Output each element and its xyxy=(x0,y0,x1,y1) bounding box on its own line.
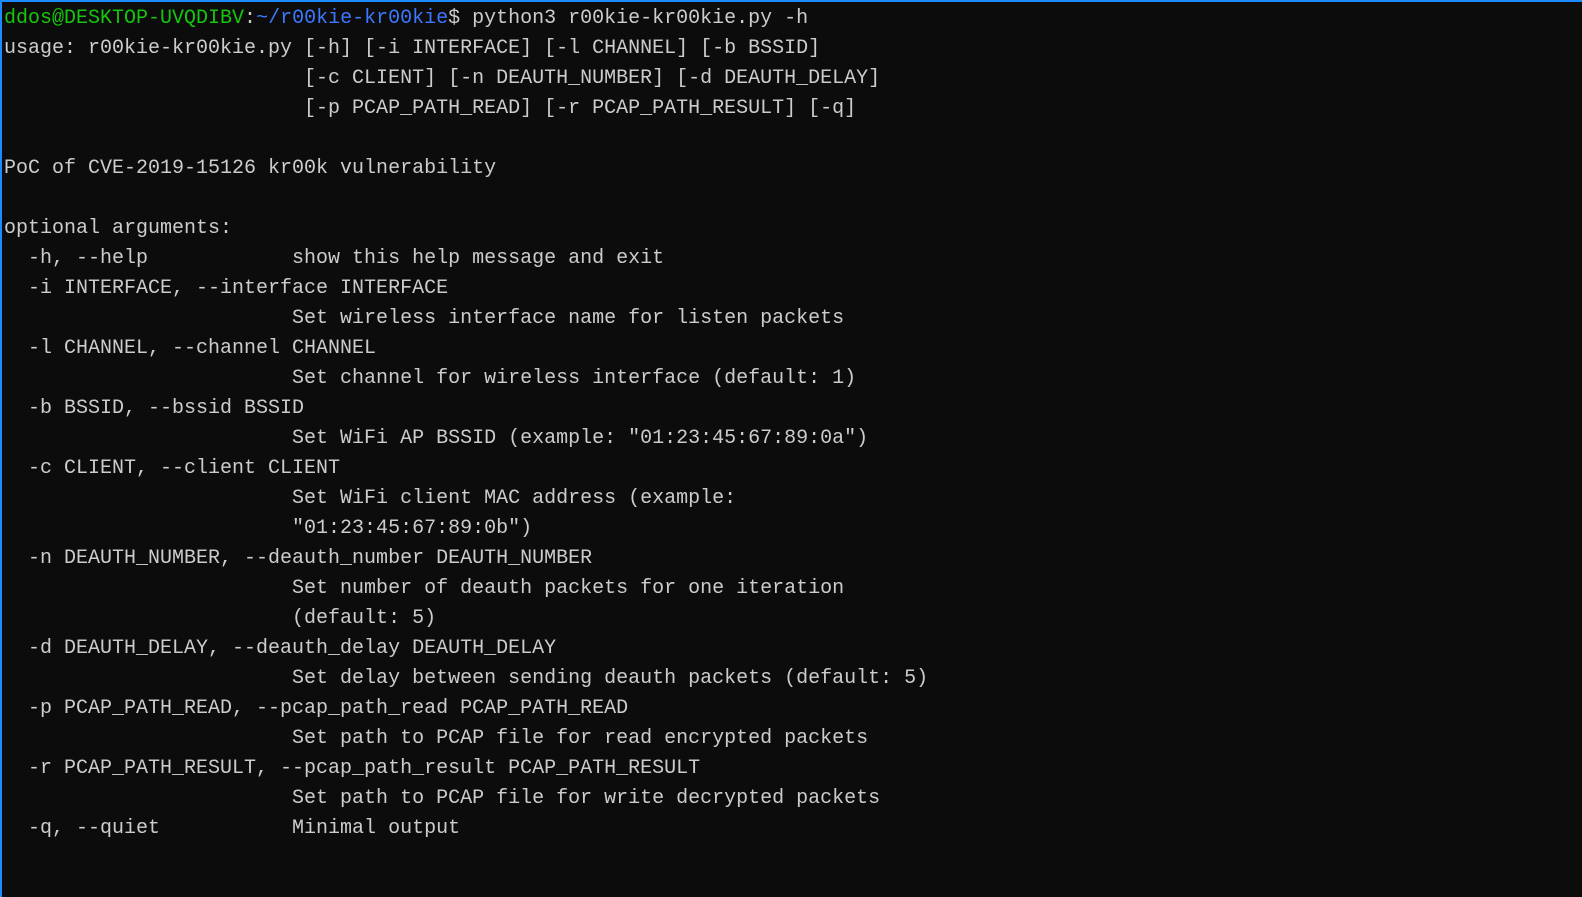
arg-pcap-read-1: -p PCAP_PATH_READ, --pcap_path_read PCAP… xyxy=(4,697,628,720)
arg-channel-1: -l CHANNEL, --channel CHANNEL xyxy=(4,337,376,360)
arg-deauth-delay-2: Set delay between sending deauth packets… xyxy=(4,667,928,690)
usage-line-2: [-c CLIENT] [-n DEAUTH_NUMBER] [-d DEAUT… xyxy=(4,67,880,90)
command-text: python3 r00kie-kr00kie.py -h xyxy=(472,7,808,30)
terminal-output[interactable]: ddos@DESKTOP-UVQDIBV:~/r00kie-kr00kie$ p… xyxy=(4,4,1582,844)
arg-client-2: Set WiFi client MAC address (example: xyxy=(4,487,736,510)
usage-line-1: usage: r00kie-kr00kie.py [-h] [-i INTERF… xyxy=(4,37,820,60)
arg-deauth-delay-1: -d DEAUTH_DELAY, --deauth_delay DEAUTH_D… xyxy=(4,637,556,660)
prompt-path: ~/r00kie-kr00kie xyxy=(256,7,448,30)
optional-arguments-header: optional arguments: xyxy=(4,217,232,240)
arg-help: -h, --help show this help message and ex… xyxy=(4,247,664,270)
arg-pcap-result-1: -r PCAP_PATH_RESULT, --pcap_path_result … xyxy=(4,757,700,780)
arg-pcap-read-2: Set path to PCAP file for read encrypted… xyxy=(4,727,868,750)
arg-client-1: -c CLIENT, --client CLIENT xyxy=(4,457,340,480)
arg-bssid-1: -b BSSID, --bssid BSSID xyxy=(4,397,304,420)
prompt-dollar: $ xyxy=(448,7,472,30)
description-text: PoC of CVE-2019-15126 kr00k vulnerabilit… xyxy=(4,157,496,180)
arg-client-3: "01:23:45:67:89:0b") xyxy=(4,517,532,540)
arg-deauth-number-2: Set number of deauth packets for one ite… xyxy=(4,577,844,600)
arg-pcap-result-2: Set path to PCAP file for write decrypte… xyxy=(4,787,880,810)
usage-line-3: [-p PCAP_PATH_READ] [-r PCAP_PATH_RESULT… xyxy=(4,97,856,120)
arg-interface-1: -i INTERFACE, --interface INTERFACE xyxy=(4,277,448,300)
arg-channel-2: Set channel for wireless interface (defa… xyxy=(4,367,856,390)
prompt-colon: : xyxy=(244,7,256,30)
prompt-user: ddos@DESKTOP-UVQDIBV xyxy=(4,7,244,30)
arg-interface-2: Set wireless interface name for listen p… xyxy=(4,307,844,330)
arg-deauth-number-3: (default: 5) xyxy=(4,607,436,630)
arg-quiet: -q, --quiet Minimal output xyxy=(4,817,460,840)
arg-deauth-number-1: -n DEAUTH_NUMBER, --deauth_number DEAUTH… xyxy=(4,547,592,570)
arg-bssid-2: Set WiFi AP BSSID (example: "01:23:45:67… xyxy=(4,427,868,450)
